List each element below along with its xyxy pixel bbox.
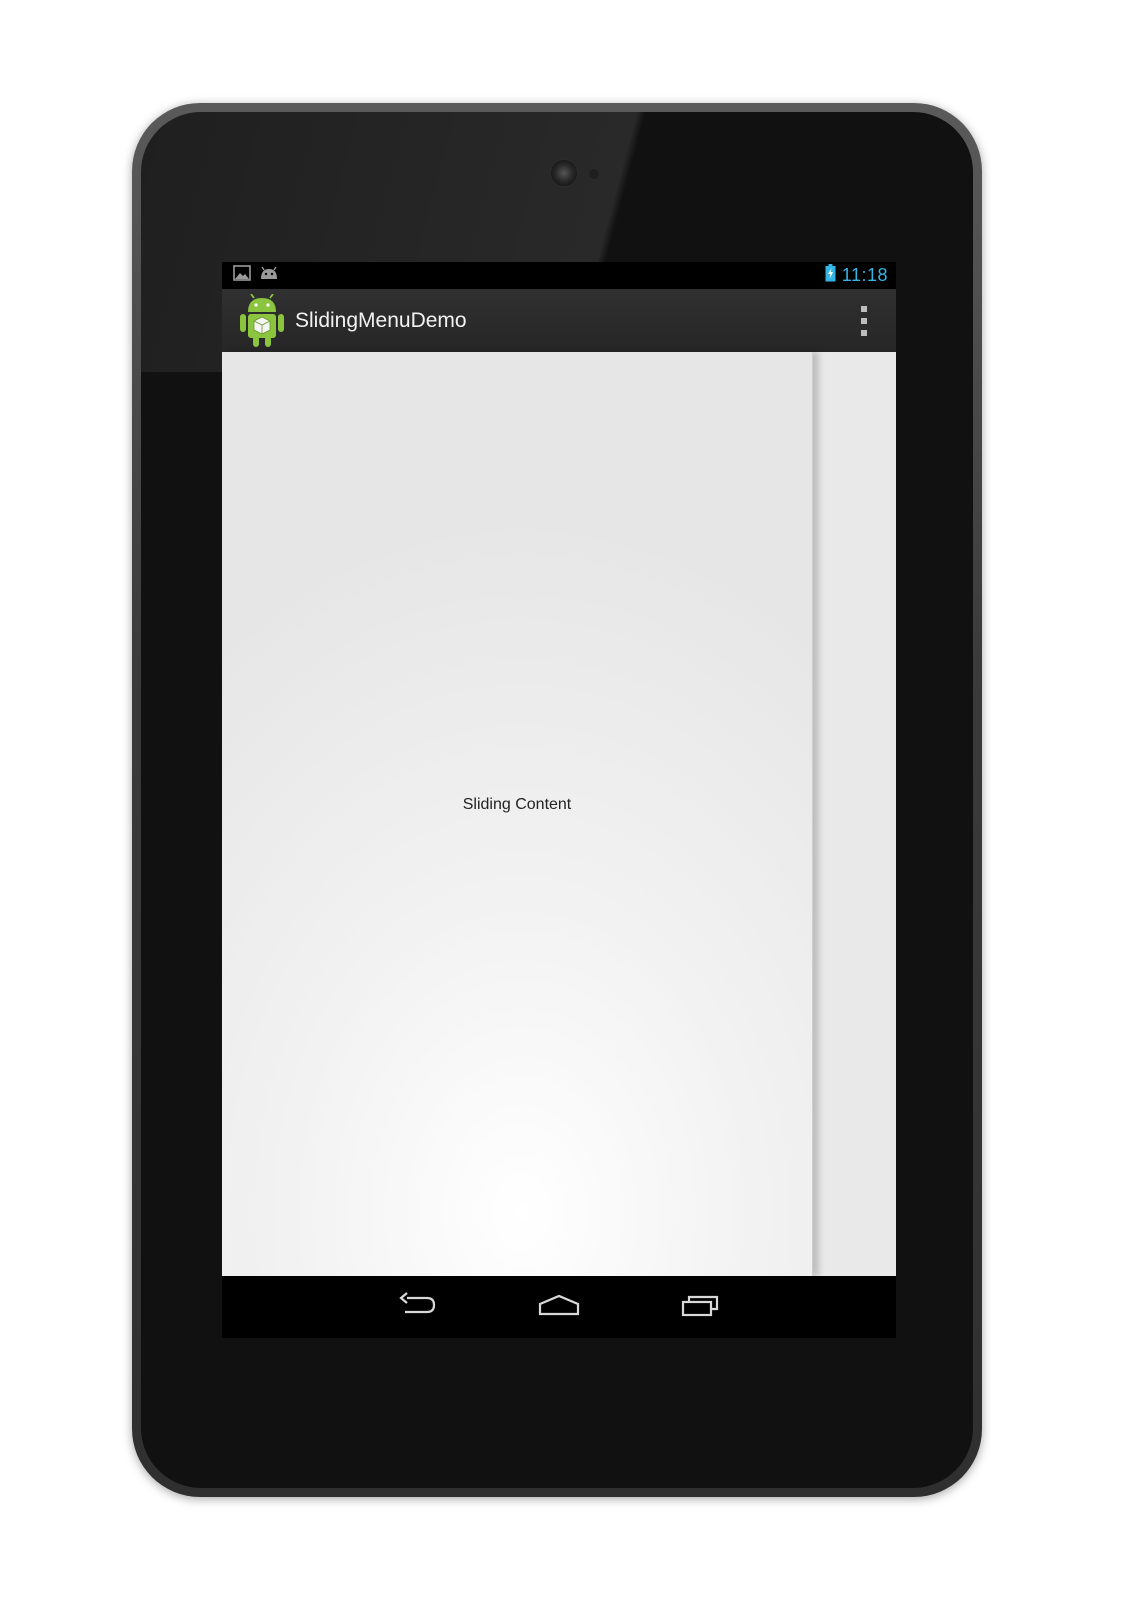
- recent-apps-icon: [681, 1293, 721, 1322]
- home-icon: [538, 1294, 580, 1321]
- overflow-menu-icon[interactable]: [858, 305, 870, 336]
- light-sensor: [589, 169, 599, 179]
- android-app-icon[interactable]: [239, 292, 285, 348]
- device-screen: 11:18 SlidingMenuDemo Sliding Content: [222, 262, 896, 1338]
- content-area: Sliding Content: [222, 352, 896, 1276]
- sliding-content-panel[interactable]: Sliding Content: [222, 352, 813, 1276]
- status-bar[interactable]: 11:18: [222, 262, 896, 289]
- navigation-bar: [222, 1276, 896, 1338]
- sliding-menu-behind[interactable]: [813, 352, 896, 1276]
- battery-charging-icon: [825, 264, 836, 287]
- front-camera: [551, 160, 577, 186]
- back-button[interactable]: [390, 1287, 444, 1327]
- home-button[interactable]: [532, 1287, 586, 1327]
- sliding-content-text: Sliding Content: [462, 796, 572, 813]
- image-notification-icon: [233, 265, 251, 286]
- android-notification-icon: [259, 266, 279, 285]
- status-time: 11:18: [841, 265, 888, 285]
- recent-apps-button[interactable]: [674, 1287, 728, 1327]
- action-bar: SlidingMenuDemo: [222, 289, 896, 352]
- app-title: SlidingMenuDemo: [295, 308, 467, 332]
- back-icon: [397, 1291, 437, 1323]
